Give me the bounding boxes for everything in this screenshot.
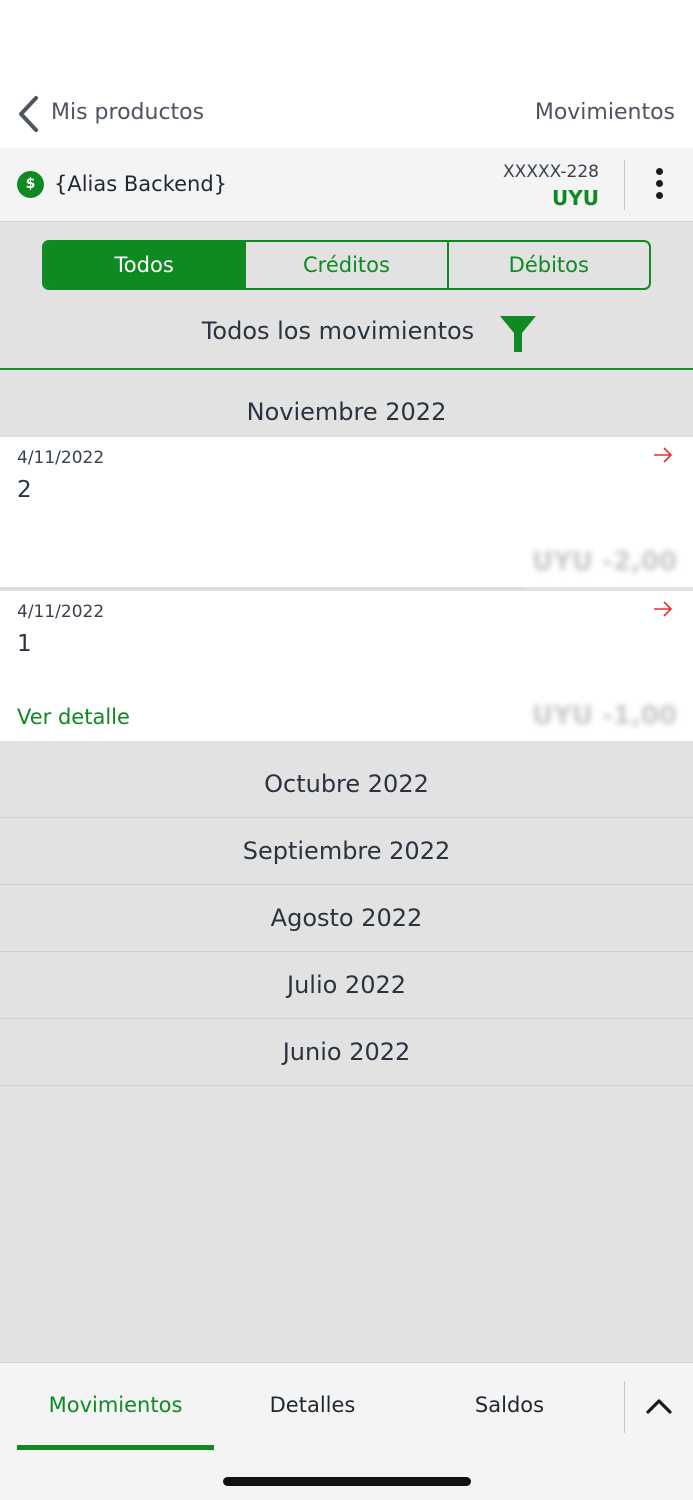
- segment-debitos[interactable]: Débitos: [446, 242, 649, 288]
- transaction-row[interactable]: 4/11/2022 2 UYU -2,00: [0, 437, 693, 587]
- divider: [624, 160, 625, 210]
- account-number: XXXXX-228: [503, 162, 599, 182]
- account-alias: {Alias Backend}: [54, 172, 228, 196]
- month-header-agosto[interactable]: Agosto 2022: [0, 885, 693, 952]
- page-title: Movimientos: [534, 100, 675, 125]
- tab-saldos[interactable]: Saldos: [411, 1393, 608, 1417]
- active-tab-indicator: [17, 1445, 214, 1450]
- movement-type-segmented-control: Todos Créditos Débitos: [42, 240, 651, 290]
- navigation-bar: Mis productos Movimientos: [0, 80, 693, 148]
- arrow-right-icon: [654, 601, 673, 617]
- filter-row: Todos los movimientos: [0, 300, 693, 370]
- chevron-left-icon[interactable]: [14, 94, 44, 134]
- tab-detalles[interactable]: Detalles: [214, 1393, 411, 1417]
- transaction-date: 4/11/2022: [17, 602, 105, 622]
- dollar-icon: $: [17, 171, 44, 198]
- month-header-julio[interactable]: Julio 2022: [0, 952, 693, 1019]
- transaction-description: 1: [17, 631, 32, 657]
- transaction-amount: UYU -1,00: [531, 701, 677, 731]
- month-header-septiembre[interactable]: Septiembre 2022: [0, 818, 693, 885]
- month-header-junio[interactable]: Junio 2022: [0, 1019, 693, 1086]
- month-header-octubre[interactable]: Octubre 2022: [0, 751, 693, 818]
- home-indicator: [223, 1477, 471, 1486]
- arrow-right-icon: [654, 447, 673, 463]
- back-button[interactable]: Mis productos: [51, 100, 204, 125]
- transaction-row[interactable]: 4/11/2022 1 Ver detalle UYU -1,00: [0, 591, 693, 741]
- transaction-date: 4/11/2022: [17, 448, 105, 468]
- account-header: $ {Alias Backend} XXXXX-228 UYU: [0, 148, 693, 222]
- tab-movimientos[interactable]: Movimientos: [17, 1393, 214, 1417]
- transaction-amount: UYU -2,00: [531, 547, 677, 577]
- filter-funnel-icon[interactable]: [499, 314, 537, 354]
- status-bar: [0, 0, 693, 80]
- transaction-description: 2: [17, 477, 32, 503]
- more-options-icon[interactable]: [645, 166, 673, 204]
- ver-detalle-link[interactable]: Ver detalle: [17, 705, 130, 729]
- divider: [624, 1381, 625, 1433]
- segment-todos[interactable]: Todos: [44, 242, 245, 288]
- account-currency: UYU: [552, 186, 599, 210]
- segment-creditos[interactable]: Créditos: [244, 242, 446, 288]
- divider: [0, 587, 522, 590]
- month-header-noviembre[interactable]: Noviembre 2022: [0, 379, 693, 437]
- filter-label: Todos los movimientos: [201, 317, 475, 345]
- chevron-up-icon[interactable]: [644, 1393, 674, 1419]
